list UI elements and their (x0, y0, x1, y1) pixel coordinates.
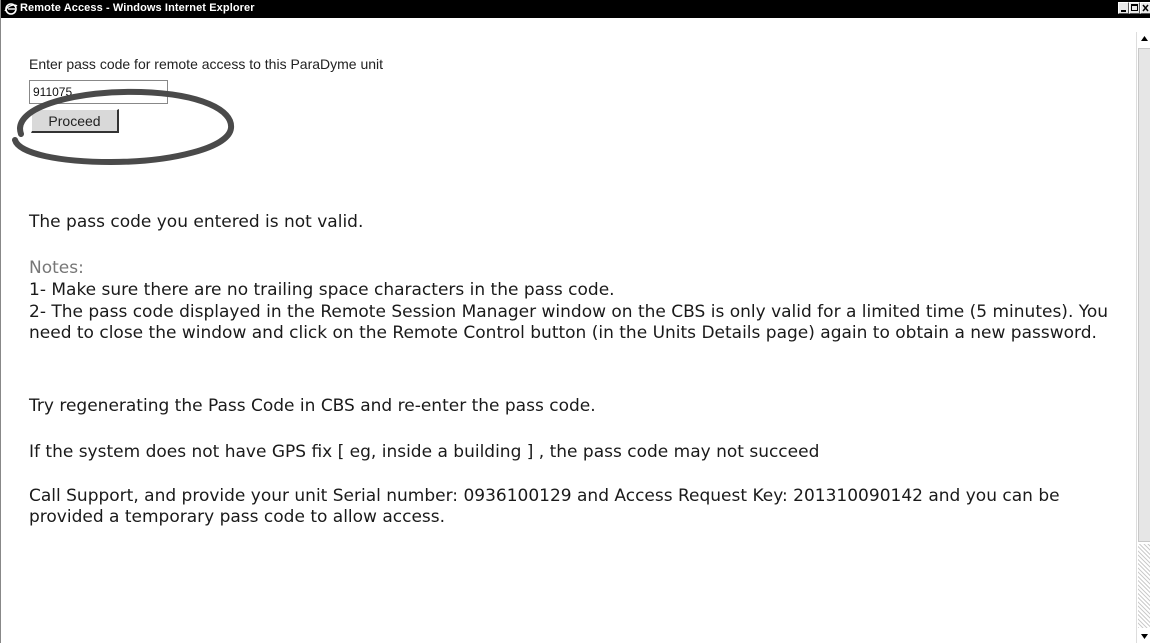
note-item: 1- Make sure there are no trailing space… (29, 280, 615, 300)
window-title: Remote Access - Windows Internet Explore… (20, 2, 255, 14)
gps-warning: If the system does not have GPS fix [ eg… (29, 442, 820, 462)
maximize-icon (1131, 4, 1138, 11)
minimize-icon (1121, 10, 1126, 12)
support-instruction: Call Support, and provide your unit Seri… (29, 486, 1060, 527)
scroll-thumb[interactable] (1138, 48, 1150, 542)
proceed-button[interactable]: Proceed (31, 109, 119, 133)
retry-instruction: Try regenerating the Pass Code in CBS an… (29, 396, 596, 416)
pass-code-input[interactable] (29, 80, 168, 104)
note-item: 2- The pass code displayed in the Remote… (29, 302, 1109, 343)
error-message: The pass code you entered is not valid. (29, 212, 364, 232)
maximize-button[interactable] (1129, 2, 1140, 14)
browser-window: Remote Access - Windows Internet Explore… (0, 0, 1150, 643)
arrow-down-icon[interactable] (1138, 629, 1150, 643)
scroll-track[interactable] (1138, 544, 1150, 628)
notes-label: Notes: (29, 258, 84, 278)
close-icon (1142, 4, 1149, 12)
arrow-up-icon[interactable] (1138, 32, 1150, 46)
internet-explorer-icon (4, 3, 18, 15)
title-bar: Remote Access - Windows Internet Explore… (1, 0, 1150, 18)
close-button[interactable] (1140, 2, 1150, 14)
minimize-button[interactable] (1118, 2, 1129, 14)
pass-code-prompt: Enter pass code for remote access to thi… (29, 56, 384, 72)
vertical-scrollbar[interactable] (1136, 32, 1150, 643)
